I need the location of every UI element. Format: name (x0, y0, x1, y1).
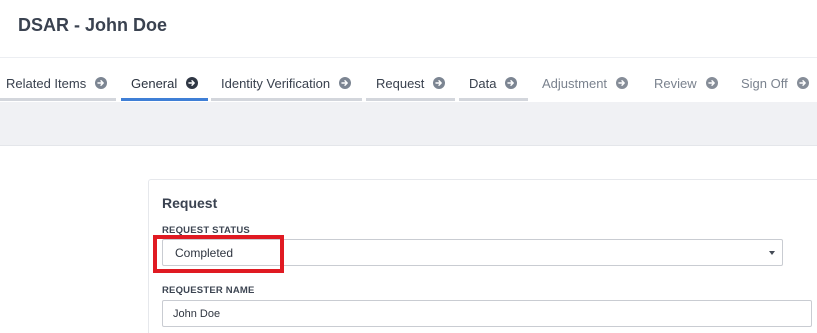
arrow-circle-right-icon (339, 77, 352, 89)
requester-name-label: REQUESTER NAME (162, 285, 255, 296)
workflow-tabs: Related Items General Identity Verificat… (0, 64, 817, 102)
tab-label: Related Items (6, 75, 87, 91)
section-title: Request (162, 195, 218, 211)
requester-name-field[interactable] (162, 300, 812, 327)
arrow-circle-right-icon (505, 77, 518, 89)
tab-label: Sign Off (741, 75, 788, 91)
tab-review[interactable]: Review (644, 64, 724, 102)
page-header: DSAR - John Doe (0, 0, 817, 58)
arrow-circle-right-icon (95, 77, 108, 89)
tab-underline (211, 98, 362, 101)
tab-data[interactable]: Data (459, 64, 528, 102)
tab-label: Review (654, 75, 697, 91)
request-status-value: Completed (175, 246, 234, 260)
tab-label: General (131, 75, 178, 91)
tab-sign-off[interactable]: Sign Off (731, 64, 817, 102)
tab-identity-verification[interactable]: Identity Verification (211, 64, 362, 102)
arrow-circle-right-icon (705, 77, 718, 89)
page-title: DSAR - John Doe (18, 15, 168, 35)
arrow-circle-right-icon (796, 77, 809, 89)
toolbar-band (0, 102, 817, 146)
caret-down-icon (769, 251, 775, 255)
request-card: Request REQUEST STATUS Completed REQUEST… (148, 179, 817, 333)
arrow-circle-right-icon (616, 77, 629, 89)
request-status-label: REQUEST STATUS (162, 225, 250, 236)
arrow-circle-right-icon (433, 77, 446, 89)
tab-label: Adjustment (542, 75, 608, 91)
tab-underline (366, 98, 455, 101)
tab-adjustment[interactable]: Adjustment (532, 64, 636, 102)
tab-label: Data (469, 75, 497, 91)
tab-general[interactable]: General (121, 64, 208, 102)
tab-underline (0, 98, 116, 101)
tab-request[interactable]: Request (366, 64, 455, 102)
arrow-circle-right-icon (186, 77, 199, 89)
request-status-select[interactable]: Completed (162, 239, 783, 266)
tab-label: Identity Verification (221, 75, 331, 91)
tab-related-items[interactable]: Related Items (0, 64, 116, 102)
tab-underline (459, 98, 528, 101)
tab-underline (121, 98, 208, 101)
tab-label: Request (376, 75, 425, 91)
